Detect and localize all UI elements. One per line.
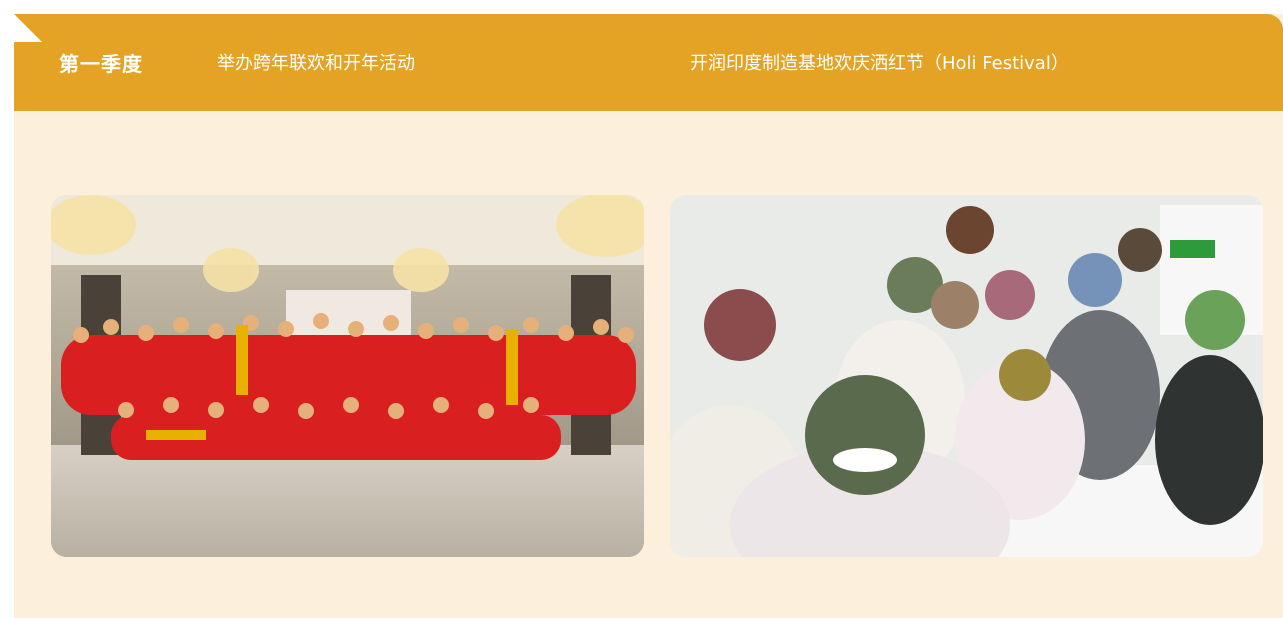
caption-holi-festival: 开润印度制造基地欢庆洒红节（Holi Festival）: [690, 53, 1069, 74]
new-year-party-photo: [51, 195, 644, 557]
new-year-party-image: [51, 195, 644, 557]
holi-festival-photo: [670, 195, 1263, 557]
corner-notch: [14, 14, 42, 42]
card-header: 第一季度 举办跨年联欢和开年活动 开润印度制造基地欢庆洒红节（Holi Fest…: [14, 14, 1283, 111]
quarter-label: 第一季度: [59, 52, 143, 76]
activity-card: 第一季度 举办跨年联欢和开年活动 开润印度制造基地欢庆洒红节（Holi Fest…: [14, 14, 1283, 618]
holi-festival-image: [670, 195, 1263, 557]
caption-new-year-event: 举办跨年联欢和开年活动: [217, 53, 415, 74]
